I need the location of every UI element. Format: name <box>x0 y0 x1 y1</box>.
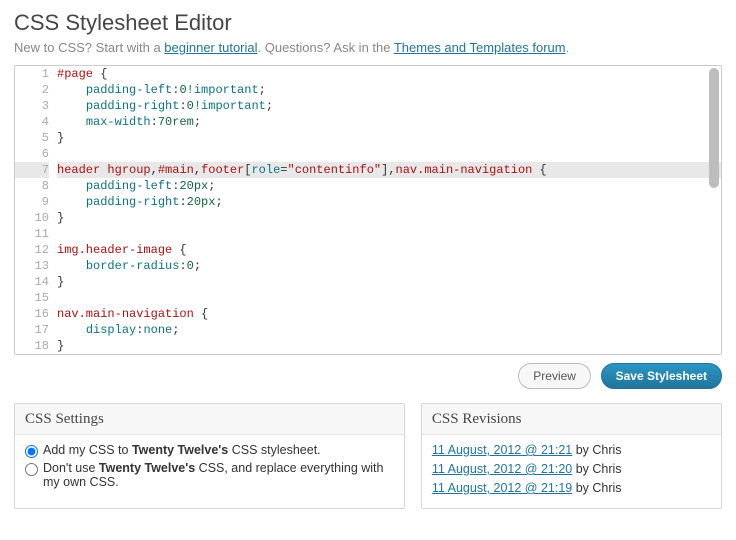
code-line[interactable]: } <box>57 210 721 226</box>
editor-scrollbar[interactable] <box>709 68 719 188</box>
save-stylesheet-button[interactable]: Save Stylesheet <box>601 363 722 389</box>
revision-item: 11 August, 2012 @ 21:21 by Chris <box>432 443 711 457</box>
revision-link[interactable]: 11 August, 2012 @ 21:19 <box>432 481 572 495</box>
code-line[interactable]: img.header-image { <box>57 242 721 258</box>
line-number: 15 <box>15 290 49 306</box>
code-line[interactable]: padding-right:0!important; <box>57 98 721 114</box>
code-line[interactable]: } <box>57 130 721 146</box>
line-number: 5 <box>15 130 49 146</box>
line-number: 4 <box>15 114 49 130</box>
intro-prefix: New to CSS? Start with a <box>14 40 164 55</box>
line-number: 11 <box>15 226 49 242</box>
code-line[interactable]: nav.main-navigation { <box>57 306 721 322</box>
line-number: 1 <box>15 66 49 82</box>
beginner-tutorial-link[interactable]: beginner tutorial <box>164 40 257 55</box>
code-line[interactable]: border-radius:0; <box>57 258 721 274</box>
themes-forum-link[interactable]: Themes and Templates forum <box>394 40 566 55</box>
intro-text: New to CSS? Start with a beginner tutori… <box>14 40 722 55</box>
css-revisions-heading: CSS Revisions <box>422 404 721 435</box>
revision-item: 11 August, 2012 @ 21:19 by Chris <box>432 481 711 495</box>
code-line[interactable]: display:none; <box>57 322 721 338</box>
line-number: 14 <box>15 274 49 290</box>
css-mode-replace-radio[interactable] <box>25 463 38 476</box>
line-number: 13 <box>15 258 49 274</box>
line-number: 6 <box>15 146 49 162</box>
preview-button[interactable]: Preview <box>518 363 591 389</box>
css-mode-add-label: Add my CSS to Twenty Twelve's CSS styles… <box>43 443 321 457</box>
line-number-gutter: 123456789101112131415161718 <box>15 66 57 354</box>
code-line[interactable]: padding-left:20px; <box>57 178 721 194</box>
button-row: Preview Save Stylesheet <box>14 363 722 389</box>
revision-list: 11 August, 2012 @ 21:21 by Chris11 Augus… <box>432 443 711 495</box>
revision-author: by Chris <box>572 443 621 457</box>
code-line[interactable] <box>57 226 721 242</box>
code-line[interactable]: } <box>57 338 721 354</box>
revision-link[interactable]: 11 August, 2012 @ 21:21 <box>432 443 572 457</box>
line-number: 2 <box>15 82 49 98</box>
revision-link[interactable]: 11 August, 2012 @ 21:20 <box>432 462 572 476</box>
css-revisions-panel: CSS Revisions 11 August, 2012 @ 21:21 by… <box>421 403 722 509</box>
line-number: 16 <box>15 306 49 322</box>
revision-item: 11 August, 2012 @ 21:20 by Chris <box>432 462 711 476</box>
line-number: 12 <box>15 242 49 258</box>
css-mode-add-radio[interactable] <box>25 445 38 458</box>
line-number: 10 <box>15 210 49 226</box>
code-line[interactable] <box>57 290 721 306</box>
code-line[interactable]: } <box>57 274 721 290</box>
line-number: 9 <box>15 194 49 210</box>
line-number: 3 <box>15 98 49 114</box>
css-settings-panel: CSS Settings Add my CSS to Twenty Twelve… <box>14 403 405 509</box>
code-line[interactable]: padding-right:20px; <box>57 194 721 210</box>
css-mode-replace-label: Don't use Twenty Twelve's CSS, and repla… <box>43 461 394 489</box>
line-number: 18 <box>15 338 49 354</box>
line-number: 17 <box>15 322 49 338</box>
css-mode-add-option[interactable]: Add my CSS to Twenty Twelve's CSS styles… <box>25 443 394 458</box>
line-number: 7 <box>15 162 49 178</box>
page-title: CSS Stylesheet Editor <box>14 10 722 36</box>
revision-author: by Chris <box>572 462 621 476</box>
code-line[interactable]: max-width:70rem; <box>57 114 721 130</box>
code-line[interactable]: header hgroup,#main,footer[role="content… <box>57 162 721 178</box>
code-line[interactable] <box>57 146 721 162</box>
code-editor[interactable]: 123456789101112131415161718 #page { padd… <box>14 65 722 355</box>
code-content[interactable]: #page { padding-left:0!important; paddin… <box>57 66 721 354</box>
intro-suffix: . <box>566 40 570 55</box>
intro-mid: . Questions? Ask in the <box>258 40 394 55</box>
code-line[interactable]: padding-left:0!important; <box>57 82 721 98</box>
code-line[interactable]: #page { <box>57 66 721 82</box>
line-number: 8 <box>15 178 49 194</box>
css-settings-heading: CSS Settings <box>15 404 404 435</box>
revision-author: by Chris <box>572 481 621 495</box>
css-mode-replace-option[interactable]: Don't use Twenty Twelve's CSS, and repla… <box>25 461 394 489</box>
